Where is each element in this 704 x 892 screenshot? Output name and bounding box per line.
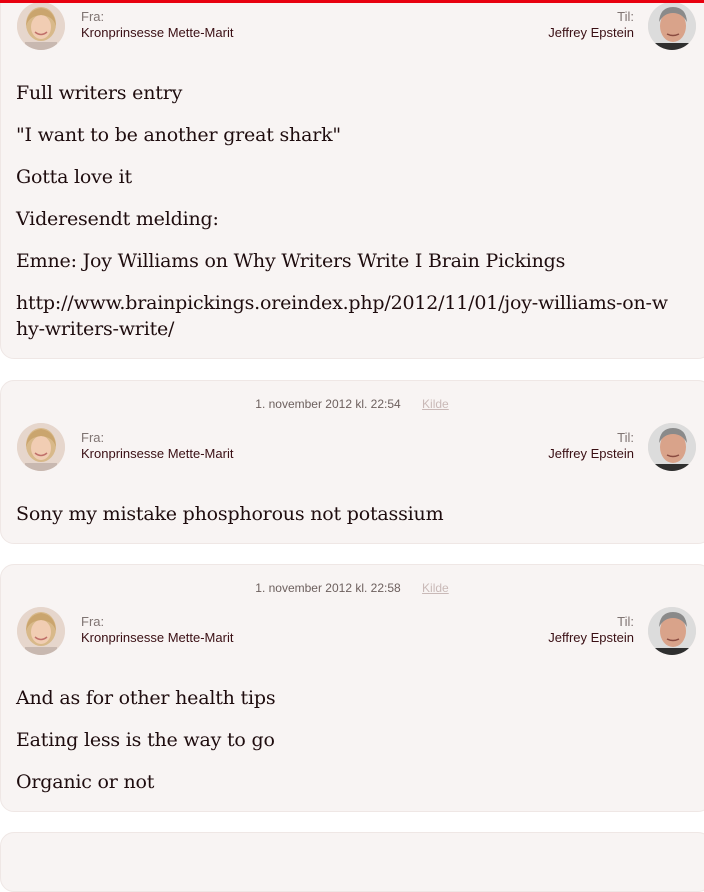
message-body: Sony my mistake phosphorous not potassiu…: [16, 501, 686, 527]
message-card: [0, 832, 704, 892]
message-meta: 1. november 2012 kl. 22:54 Kilde: [0, 397, 704, 411]
message-line: Eating less is the way to go: [16, 729, 275, 751]
source-link[interactable]: Kilde: [422, 581, 449, 595]
to-label: Til:: [617, 9, 634, 24]
message-line: And as for other health tips: [16, 687, 276, 709]
sender-block: Fra: Kronprinsesse Mette-Marit: [81, 430, 233, 462]
message-line: Organic or not: [16, 771, 155, 793]
message-link[interactable]: http://www.brainpickings.oreindex.php/20…: [16, 290, 676, 342]
top-accent-bar: [0, 0, 704, 3]
recipient-avatar-icon: [648, 423, 696, 471]
recipient-name: Jeffrey Epstein: [548, 446, 634, 461]
recipient-name: Jeffrey Epstein: [548, 630, 634, 645]
message-date: 1. november 2012 kl. 22:58: [255, 581, 401, 595]
source-link[interactable]: Kilde: [422, 397, 449, 411]
from-label: Fra:: [81, 614, 105, 629]
message-body: And as for other health tips Eating less…: [16, 685, 686, 795]
message-line: Full writers entry: [16, 82, 183, 104]
message-body: Full writers entry "I want to be another…: [16, 80, 686, 342]
recipient-block: Til: Jeffrey Epstein: [548, 614, 634, 646]
sender-avatar-icon: [17, 423, 65, 471]
to-label: Til:: [617, 430, 634, 445]
recipient-avatar-icon: [648, 2, 696, 50]
sender-block: Fra: Kronprinsesse Mette-Marit: [81, 9, 233, 41]
recipient-avatar-icon: [648, 607, 696, 655]
sender-name: Kronprinsesse Mette-Marit: [81, 446, 234, 461]
message-meta: 1. november 2012 kl. 22:58 Kilde: [0, 581, 704, 595]
message-line: Emne: Joy Williams on Why Writers Write …: [16, 250, 566, 272]
message-line: "I want to be another great shark": [16, 124, 341, 146]
sender-block: Fra: Kronprinsesse Mette-Marit: [81, 614, 233, 646]
recipient-name: Jeffrey Epstein: [548, 25, 634, 40]
message-line: Sony my mistake phosphorous not potassiu…: [16, 503, 444, 525]
message-line: Gotta love it: [16, 166, 132, 188]
sender-avatar-icon: [17, 2, 65, 50]
recipient-block: Til: Jeffrey Epstein: [548, 430, 634, 462]
to-label: Til:: [617, 614, 634, 629]
recipient-block: Til: Jeffrey Epstein: [548, 9, 634, 41]
message-date: 1. november 2012 kl. 22:54: [255, 397, 401, 411]
message-line: Videresendt melding:: [16, 208, 219, 230]
sender-name: Kronprinsesse Mette-Marit: [81, 630, 234, 645]
from-label: Fra:: [81, 9, 105, 24]
sender-avatar-icon: [17, 607, 65, 655]
sender-name: Kronprinsesse Mette-Marit: [81, 25, 234, 40]
from-label: Fra:: [81, 430, 105, 445]
